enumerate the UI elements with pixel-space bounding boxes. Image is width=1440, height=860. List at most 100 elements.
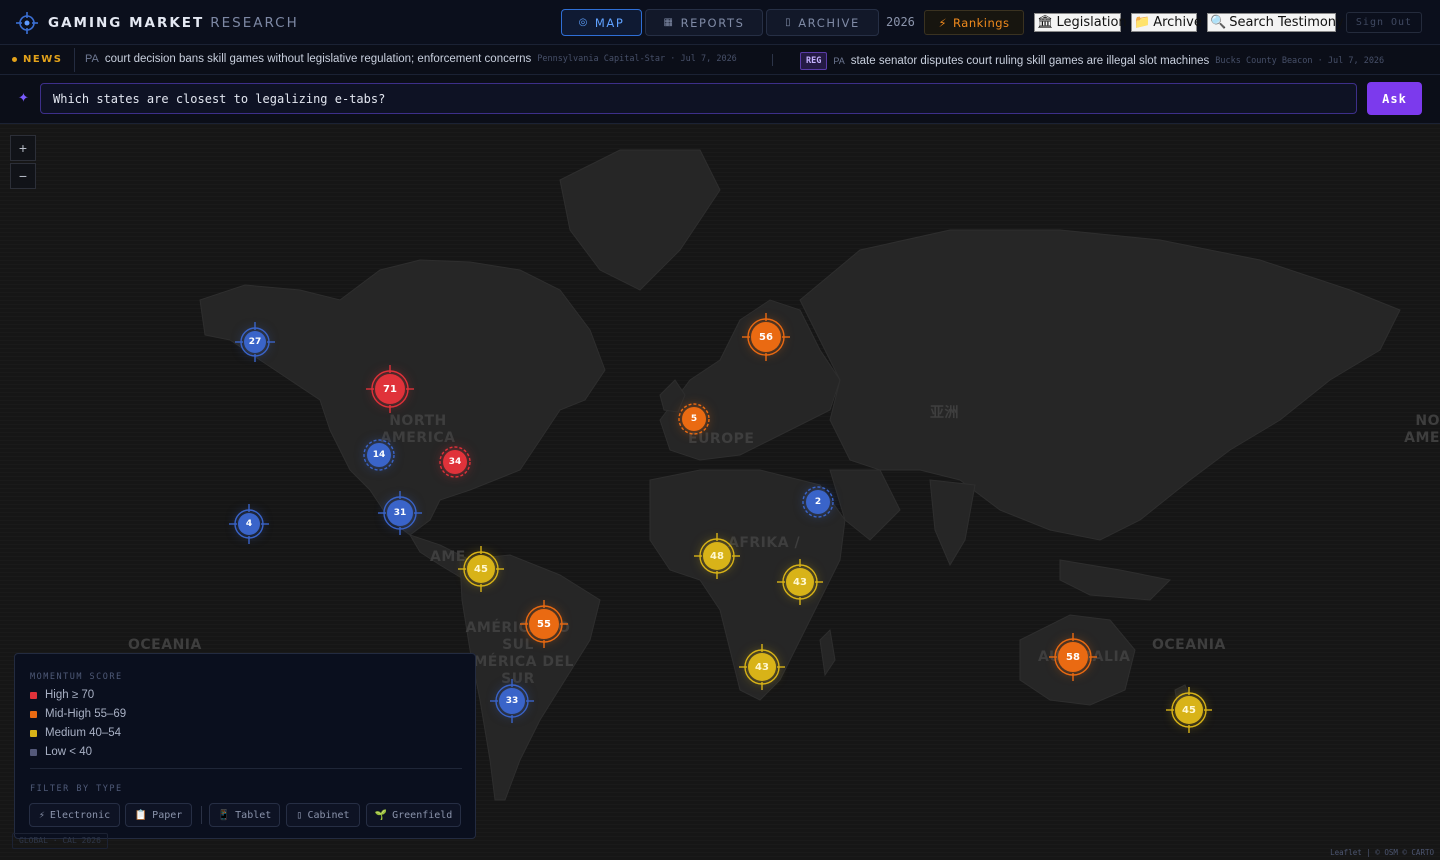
filter-electronic-button[interactable]: ⚡ Electronic: [29, 803, 120, 827]
rankings-label: Rankings: [953, 15, 1010, 30]
search-testimony-button[interactable]: 🔍 Search Testimony: [1207, 13, 1344, 32]
map-attribution[interactable]: Leaflet | © OSM © CARTO: [1330, 848, 1434, 857]
rankings-button[interactable]: ⚡ Rankings: [924, 10, 1024, 35]
scope-tag: GLOBAL · CAL 2026: [12, 833, 108, 849]
market-marker[interactable]: 27: [235, 322, 275, 362]
news-label-text: NEWS: [23, 54, 63, 65]
news-state: PA: [833, 56, 845, 66]
filter-paper-button[interactable]: 📋 Paper: [125, 803, 192, 827]
search-testimony-label: Search Testimony: [1229, 15, 1344, 30]
news-ticker: NEWS PA court decision bans skill games …: [0, 45, 1440, 75]
filter-label: Electronic: [49, 809, 111, 821]
legend-row: Mid-High 55–69: [30, 708, 126, 720]
lightning-icon: ⚡: [38, 809, 45, 821]
brand-primary: GAMING MARKET: [48, 15, 205, 31]
tablet-icon: 📱: [217, 809, 231, 821]
nav-reports-label: REPORTS: [680, 15, 745, 30]
market-marker[interactable]: 48: [694, 533, 740, 579]
market-marker[interactable]: 45: [1166, 687, 1212, 733]
legend-label: Medium 40–54: [45, 727, 122, 739]
lightning-icon: ⚡: [938, 15, 948, 30]
marker-score: 45: [467, 555, 495, 583]
market-marker[interactable]: 5: [677, 402, 711, 436]
news-item[interactable]: REG PA state senator disputes court ruli…: [800, 52, 1384, 70]
market-marker[interactable]: 45: [458, 546, 504, 592]
marker-score: 58: [1058, 642, 1088, 672]
map-label-oceania-right: OCEANIA: [1152, 637, 1226, 653]
legend-swatch: [30, 748, 37, 756]
marker-score: 31: [387, 500, 413, 526]
clipboard-icon: 📋: [134, 809, 148, 821]
map-label-asia: 亚洲: [930, 405, 959, 421]
market-marker[interactable]: 33: [490, 679, 534, 723]
filter-label: Tablet: [235, 809, 272, 821]
brand[interactable]: GAMING MARKET RESEARCH: [16, 11, 299, 35]
filter-label: Greenfield: [392, 809, 453, 821]
market-marker[interactable]: 56: [742, 313, 790, 361]
legend-panel: MOMENTUM SCORE High ≥ 70 Mid-High 55–69 …: [14, 653, 476, 839]
news-headline: state senator disputes court ruling skil…: [850, 55, 1210, 67]
ask-input[interactable]: [40, 83, 1357, 114]
market-marker[interactable]: 55: [520, 600, 568, 648]
nav-map-label: MAP: [594, 15, 625, 30]
year-label: 2026: [886, 15, 915, 29]
archive-icon: ▯: [785, 17, 793, 28]
market-marker[interactable]: 34: [438, 445, 472, 479]
ask-button[interactable]: Ask: [1367, 82, 1422, 115]
filter-cabinet-button[interactable]: ▯ Cabinet: [286, 803, 360, 827]
news-dot-icon: [12, 57, 17, 62]
grid-icon: ▦: [663, 17, 675, 28]
map-label-america-partial: AME: [430, 549, 466, 565]
marker-score: 43: [786, 568, 814, 596]
sparkle-icon: ✦: [18, 90, 29, 105]
market-marker[interactable]: 43: [739, 644, 785, 690]
news-label: NEWS: [12, 54, 62, 65]
legend-swatch: [30, 691, 37, 699]
news-source: Pennsylvania Capital-Star · Jul 7, 2026: [537, 54, 737, 64]
legend-swatch: [30, 729, 37, 737]
nav-reports-button[interactable]: ▦ REPORTS: [645, 9, 763, 36]
legend-swatch: [30, 710, 37, 718]
news-headline: court decision bans skill games without …: [104, 53, 532, 65]
folder-icon: 📁: [1134, 15, 1151, 30]
legend-label: Mid-High 55–69: [45, 708, 127, 720]
legend-row: Medium 40–54: [30, 727, 121, 739]
market-marker[interactable]: 4: [229, 504, 269, 544]
legend-title: MOMENTUM SCORE: [30, 672, 123, 682]
map-label-edge: NO AME: [1404, 413, 1440, 446]
marker-score: 4: [238, 513, 260, 535]
filter-title: FILTER BY TYPE: [30, 784, 123, 794]
archive-label: Archive: [1153, 15, 1202, 30]
filter-tablet-button[interactable]: 📱 Tablet: [209, 803, 280, 827]
legend-row: Low < 40: [30, 746, 92, 758]
brand-secondary: RESEARCH: [210, 15, 299, 31]
top-header: GAMING MARKET RESEARCH ◎ MAP ▦ REPORTS ▯ …: [0, 0, 1440, 45]
news-source: Bucks County Beacon · Jul 7, 2026: [1215, 56, 1385, 66]
crosshair-logo-icon: [16, 12, 38, 34]
cabinet-icon: ▯: [296, 809, 303, 821]
zoom-in-button[interactable]: +: [10, 135, 36, 161]
marker-score: 45: [1175, 696, 1203, 724]
filter-greenfield-button[interactable]: 🌱 Greenfield: [366, 803, 461, 827]
market-marker[interactable]: 58: [1049, 633, 1097, 681]
market-marker[interactable]: 2: [801, 485, 835, 519]
sprout-icon: 🌱: [374, 809, 388, 821]
market-marker[interactable]: 43: [777, 559, 823, 605]
news-item[interactable]: PA court decision bans skill games witho…: [85, 53, 737, 65]
nav-archive-button[interactable]: ▯ ARCHIVE: [766, 9, 879, 36]
marker-score: 71: [375, 374, 405, 404]
map-label-africa: AFRIKA /: [728, 535, 801, 551]
archive-button[interactable]: 📁 Archive: [1131, 13, 1202, 32]
filter-label: Cabinet: [307, 809, 350, 821]
zoom-out-button[interactable]: −: [10, 163, 36, 189]
nav-map-button[interactable]: ◎ MAP: [561, 9, 642, 36]
sign-out-button[interactable]: Sign Out: [1346, 12, 1422, 33]
target-icon: ◎: [578, 17, 589, 28]
marker-score: 43: [748, 653, 776, 681]
marker-score: 48: [703, 542, 731, 570]
market-marker[interactable]: 71: [366, 365, 414, 413]
divider: [772, 54, 773, 66]
market-marker[interactable]: 31: [378, 491, 422, 535]
legislation-button[interactable]: 🏛 Legislation: [1034, 13, 1127, 32]
market-marker[interactable]: 14: [362, 438, 396, 472]
